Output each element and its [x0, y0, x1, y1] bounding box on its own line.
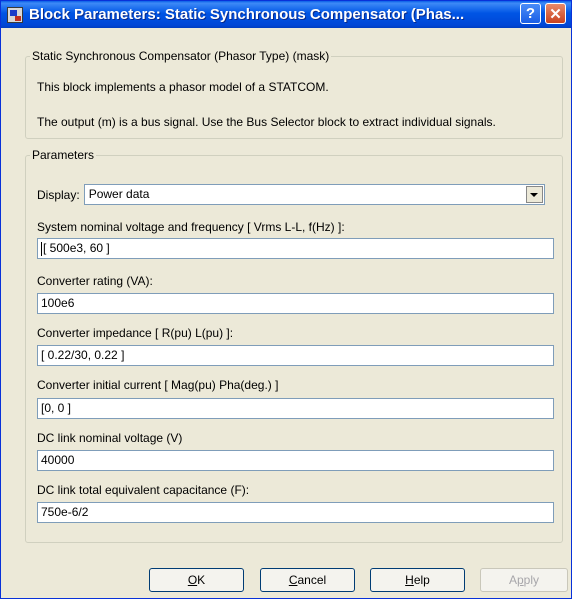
- dc-link-voltage-field[interactable]: 40000: [37, 450, 554, 471]
- close-button[interactable]: ✕: [545, 3, 566, 24]
- apply-button-prefix: A: [508, 573, 517, 587]
- help-button-mnemonic: H: [405, 573, 414, 587]
- title-bar[interactable]: Block Parameters: Static Synchronous Com…: [1, 1, 571, 28]
- cancel-button[interactable]: Cancel: [260, 568, 355, 592]
- display-dropdown[interactable]: Power data: [83, 184, 545, 205]
- converter-initial-current-value: [0, 0 ]: [41, 401, 72, 415]
- window-title: Block Parameters: Static Synchronous Com…: [29, 6, 465, 23]
- converter-impedance-label: Converter impedance [ R(pu) L(pu) ]:: [37, 326, 234, 340]
- mask-description-line-1: This block implements a phasor model of …: [37, 80, 329, 94]
- help-button-label: elp: [413, 573, 430, 587]
- parameters-group: Parameters Display: Power data System no…: [25, 148, 563, 543]
- question-icon: ?: [525, 5, 536, 22]
- ok-button[interactable]: OK: [149, 568, 244, 592]
- help-titlebar-button[interactable]: ?: [520, 3, 541, 24]
- mask-description-group: Static Synchronous Compensator (Phasor T…: [25, 49, 563, 139]
- text-cursor: [41, 241, 42, 256]
- dc-link-capacitance-label: DC link total equivalent capacitance (F)…: [37, 483, 250, 497]
- simulink-block-icon: [7, 6, 23, 23]
- dc-link-voltage-value: 40000: [41, 453, 75, 467]
- converter-rating-label: Converter rating (VA):: [37, 274, 153, 288]
- nominal-voltage-frequency-field[interactable]: [ 500e3, 60 ]: [37, 238, 554, 259]
- parameters-legend: Parameters: [32, 148, 95, 162]
- display-selected-value: Power data: [88, 187, 150, 201]
- dc-link-capacitance-field[interactable]: 750e-6/2: [37, 502, 554, 523]
- cancel-button-mnemonic: C: [288, 573, 298, 587]
- chevron-down-icon[interactable]: [525, 186, 543, 203]
- close-icon: ✕: [549, 5, 562, 23]
- converter-impedance-field[interactable]: [ 0.22/30, 0.22 ]: [37, 345, 554, 366]
- converter-rating-value: 100e6: [41, 296, 75, 310]
- cancel-button-label: ancel: [297, 573, 327, 587]
- ok-button-label: K: [197, 573, 206, 587]
- converter-initial-current-label: Converter initial current [ Mag(pu) Pha(…: [37, 378, 279, 392]
- nominal-voltage-frequency-label: System nominal voltage and frequency [ V…: [37, 220, 345, 234]
- apply-button[interactable]: Ap ply: [480, 568, 568, 592]
- converter-impedance-value: [ 0.22/30, 0.22 ]: [41, 348, 125, 362]
- dc-link-voltage-label: DC link nominal voltage (V): [37, 431, 183, 445]
- ok-button-mnemonic: O: [187, 573, 198, 587]
- mask-description-line-2: The output (m) is a bus signal. Use the …: [37, 115, 496, 129]
- display-row: Display: Power data: [37, 184, 545, 205]
- apply-button-label: ply: [523, 573, 540, 587]
- help-button[interactable]: Help: [370, 568, 465, 592]
- converter-initial-current-field[interactable]: [0, 0 ]: [37, 398, 554, 419]
- nominal-voltage-frequency-value: [ 500e3, 60 ]: [43, 241, 110, 255]
- converter-rating-field[interactable]: 100e6: [37, 293, 554, 314]
- block-parameters-dialog: Block Parameters: Static Synchronous Com…: [0, 0, 572, 599]
- display-label: Display:: [37, 187, 80, 202]
- dc-link-capacitance-value: 750e-6/2: [41, 505, 89, 519]
- mask-legend: Static Synchronous Compensator (Phasor T…: [32, 49, 330, 63]
- apply-button-mnemonic: p: [516, 573, 524, 587]
